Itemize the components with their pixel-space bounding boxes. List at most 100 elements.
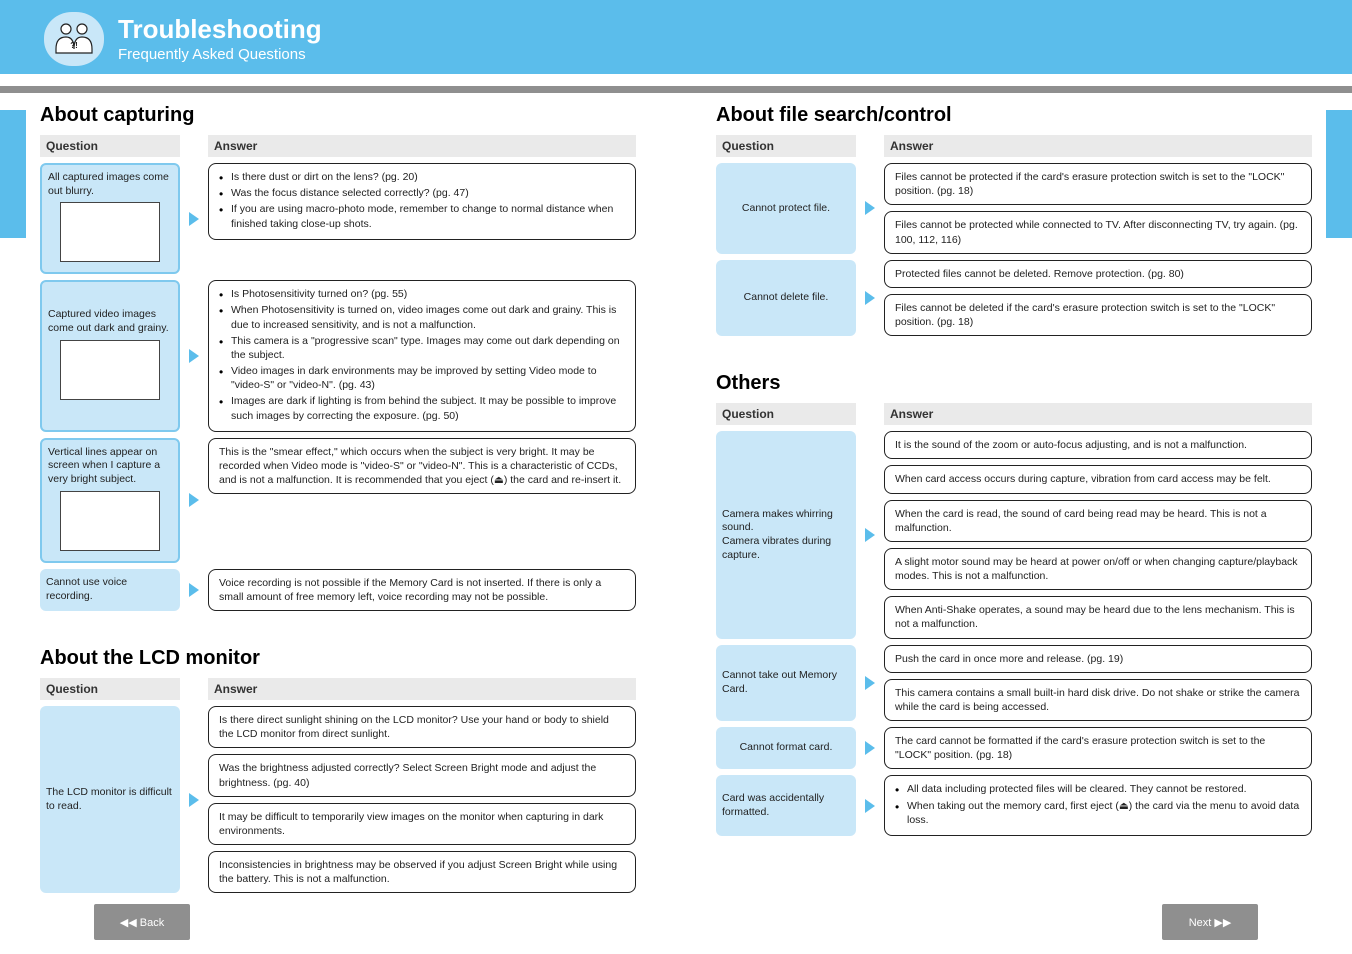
arrow-icon [856,645,884,722]
answer-box: All data including protected files will … [884,775,1312,836]
arrow-icon [180,280,208,432]
footer-next-button[interactable]: Next ▶▶ [1162,904,1258,940]
section-title: About file search/control [716,104,1312,127]
answer-stack: Voice recording is not possible if the M… [208,569,636,611]
content-area: About capturing Question Answer All capture… [40,100,1312,925]
answer-box: Voice recording is not possible if the M… [208,569,636,611]
answer-box: When the card is read, the sound of card… [884,500,1312,542]
answer-box: Push the card in once more and release. … [884,645,1312,673]
header-title: Troubleshooting [118,14,322,45]
reading-icon: ?! [44,12,104,66]
answer-box: Is there direct sunlight shining on the … [208,706,636,748]
list-item: Is there dust or dirt on the lens? (pg. … [219,170,625,184]
arrow-icon [856,775,884,836]
thumbnail-placeholder [60,202,160,262]
question-header: Question [716,135,856,157]
answer-box: When Anti-Shake operates, a sound may be… [884,596,1312,638]
answer-stack: Protected files cannot be deleted. Remov… [884,260,1312,337]
section-title: Others [716,372,1312,395]
arrow-icon [856,727,884,769]
list-item: If you are using macro-photo mode, remem… [219,202,625,230]
answer-stack: All data including protected files will … [884,775,1312,836]
qa-row: Captured video images come out dark and … [40,280,636,432]
footer-back-button[interactable]: ◀◀ Back [94,904,190,940]
arrow-icon [856,163,884,254]
question-cell: Camera makes whirring sound.Camera vibra… [716,431,856,638]
answer-box: Files cannot be protected while connecte… [884,211,1312,253]
arrow-icon [180,438,208,563]
arrow-icon [856,431,884,638]
answer-header: Answer [884,403,1312,425]
thumbnail-placeholder [60,340,160,400]
question-cell: Captured video images come out dark and … [40,280,180,432]
answer-box: It may be difficult to temporarily view … [208,803,636,845]
question-cell: The LCD monitor is difficult to read. [40,706,180,893]
question-cell: Cannot delete file. [716,260,856,337]
answer-header: Answer [208,135,636,157]
section-title: About the LCD monitor [40,647,636,670]
list-item: All data including protected files will … [895,782,1301,796]
list-item: When Photosensitivity is turned on, vide… [219,303,625,331]
question-cell: Vertical lines appear on screen when I c… [40,438,180,563]
qa-row: Card was accidentally formatted. All data… [716,775,1312,836]
qa-row: Cannot protect file. Files cannot be prot… [716,163,1312,254]
header-band: ?! Troubleshooting Frequently Asked Ques… [0,0,1352,74]
arrow-icon [180,163,208,274]
qa-row: The LCD monitor is difficult to read. Is … [40,706,636,893]
question-header: Question [716,403,856,425]
question-cell: Card was accidentally formatted. [716,775,856,836]
answer-box: A slight motor sound may be heard at pow… [884,548,1312,590]
question-cell: Cannot take out Memory Card. [716,645,856,722]
answer-stack: The card cannot be formatted if the card… [884,727,1312,769]
question-header: Question [40,678,180,700]
side-tab-left [0,110,26,238]
answer-stack: Is there direct sunlight shining on the … [208,706,636,893]
list-item: Images are dark if lighting is from behi… [219,394,625,422]
list-item: Is Photosensitivity turned on? (pg. 55) [219,287,625,301]
answer-box: It is the sound of the zoom or auto-focu… [884,431,1312,459]
qa-row: Cannot format card. The card cannot be fo… [716,727,1312,769]
svg-text:?!: ?! [70,41,78,50]
answer-box: This is the "smear effect," which occurs… [208,438,636,495]
list-item: This camera is a "progressive scan" type… [219,334,625,362]
column-left: About capturing Question Answer All capture… [40,100,636,925]
list-item: Video images in dark environments may be… [219,364,625,392]
column-right: About file search/control Question Answer C… [716,100,1312,925]
grey-rule [0,86,1352,93]
answer-box: Inconsistencies in brightness may be obs… [208,851,636,893]
qa-row: Cannot delete file. Protected files canno… [716,260,1312,337]
question-cell: Cannot format card. [716,727,856,769]
answer-stack: This is the "smear effect," which occurs… [208,438,636,563]
list-item: Was the focus distance selected correctl… [219,186,625,200]
qa-row: Cannot take out Memory Card. Push the car… [716,645,1312,722]
answer-stack: Is there dust or dirt on the lens? (pg. … [208,163,636,274]
answer-box: When card access occurs during capture, … [884,465,1312,493]
qa-row: All captured images come out blurry. Is t… [40,163,636,274]
section-title: About capturing [40,104,636,127]
question-cell: Cannot use voice recording. [40,569,180,611]
answer-header: Answer [884,135,1312,157]
qa-row: Camera makes whirring sound.Camera vibra… [716,431,1312,638]
answer-stack: Push the card in once more and release. … [884,645,1312,722]
thumbnail-placeholder [60,491,160,551]
answer-box: Is there dust or dirt on the lens? (pg. … [208,163,636,240]
answer-header: Answer [208,678,636,700]
answer-stack: Files cannot be protected if the card's … [884,163,1312,254]
answer-box: Was the brightness adjusted correctly? S… [208,754,636,796]
question-header: Question [40,135,180,157]
answer-box: Files cannot be deleted if the card's er… [884,294,1312,336]
arrow-icon [180,706,208,893]
answer-box: Protected files cannot be deleted. Remov… [884,260,1312,288]
answer-box: The card cannot be formatted if the card… [884,727,1312,769]
answer-box: Files cannot be protected if the card's … [884,163,1312,205]
question-cell: Cannot protect file. [716,163,856,254]
arrow-icon [180,569,208,611]
qa-row: Cannot use voice recording. Voice recordi… [40,569,636,611]
header-subtitle: Frequently Asked Questions [118,46,306,63]
answer-box: Is Photosensitivity turned on? (pg. 55) W… [208,280,636,432]
list-item: When taking out the memory card, first e… [895,799,1301,827]
qa-row: Vertical lines appear on screen when I c… [40,438,636,563]
question-cell: All captured images come out blurry. [40,163,180,274]
answer-stack: Is Photosensitivity turned on? (pg. 55) W… [208,280,636,432]
arrow-icon [856,260,884,337]
